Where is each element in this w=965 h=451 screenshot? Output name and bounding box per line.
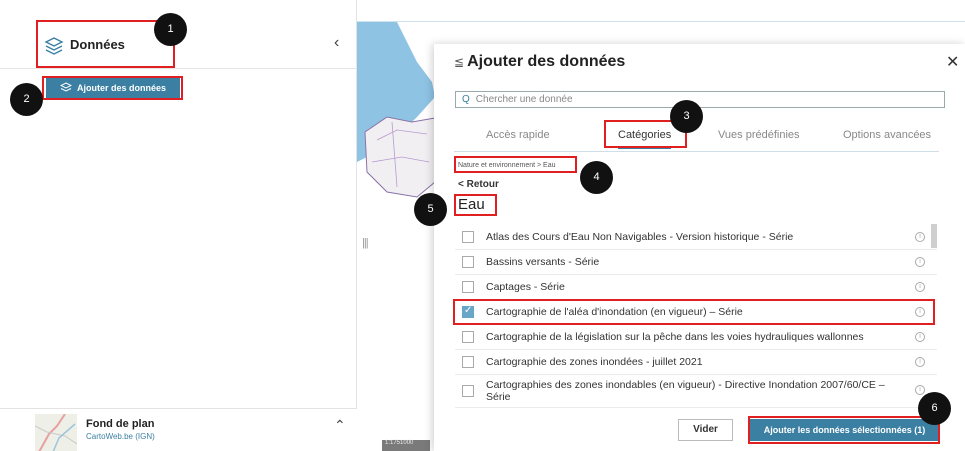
highlight-box [454,194,497,216]
step-marker: 6 [918,392,951,425]
clear-button[interactable]: Vider [678,419,733,441]
basemap-thumbnail [35,414,77,451]
tab-predefined-views[interactable]: Vues prédéfinies [718,129,800,141]
info-icon[interactable]: i [915,332,925,342]
step-marker: 3 [670,100,703,133]
checkbox[interactable] [462,385,474,397]
step-marker: 5 [414,193,447,226]
back-link[interactable]: < Retour [458,179,499,190]
checkbox[interactable] [462,356,474,368]
basemap-section[interactable]: Fond de plan CartoWeb.be (IGN) ⌃ [0,408,357,451]
tab-quick-access[interactable]: Accès rapide [486,129,550,141]
list-item[interactable]: Cartographie des zones inondées - juille… [455,350,937,375]
search-icon: Q [462,94,470,105]
close-icon[interactable]: ✕ [946,52,959,72]
basemap-subtitle[interactable]: CartoWeb.be (IGN) [86,432,155,441]
list-item[interactable]: Cartographie de la législation sur la pê… [455,325,937,350]
chevron-up-icon[interactable]: ⌃ [334,417,346,434]
step-marker: 1 [154,13,187,46]
step-marker: 4 [580,161,613,194]
info-icon[interactable]: i [915,282,925,292]
layers-icon: ≦ [454,55,465,69]
dialog-title: ≦ Ajouter des données [454,53,626,70]
list-item[interactable]: Cartographies des zones inondables (en v… [455,375,937,408]
list-scrollbar[interactable] [931,224,937,248]
checkbox[interactable] [462,331,474,343]
step-marker: 2 [10,83,43,116]
add-data-dialog: ≦ Ajouter des données ✕ Q Chercher une don… [434,44,965,451]
checkbox[interactable] [462,231,474,243]
highlight-box [453,299,935,325]
collapse-panel-icon[interactable]: ‹ [334,34,339,52]
list-item[interactable]: Atlas des Cours d'Eau Non Navigables - V… [455,225,937,250]
panel-resize-handle[interactable]: ||| [362,237,369,249]
map-scale: 1:1751000 [382,440,430,451]
search-input[interactable]: Q Chercher une donnée [455,91,945,108]
list-item[interactable]: Captages - Série i [455,275,937,300]
checkbox[interactable] [462,281,474,293]
list-item[interactable]: Bassins versants - Série i [455,250,937,275]
checkbox[interactable] [462,256,474,268]
info-icon[interactable]: i [915,232,925,242]
highlight-box [748,416,940,444]
info-icon[interactable]: i [915,357,925,367]
tab-advanced-options[interactable]: Options avancées [843,129,931,141]
search-placeholder: Chercher une donnée [475,94,573,105]
highlight-box [454,156,577,173]
map-top-border [357,21,965,22]
info-icon[interactable]: i [915,257,925,267]
info-icon[interactable]: i [915,385,925,395]
highlight-box [42,76,183,100]
basemap-title: Fond de plan [86,418,155,430]
